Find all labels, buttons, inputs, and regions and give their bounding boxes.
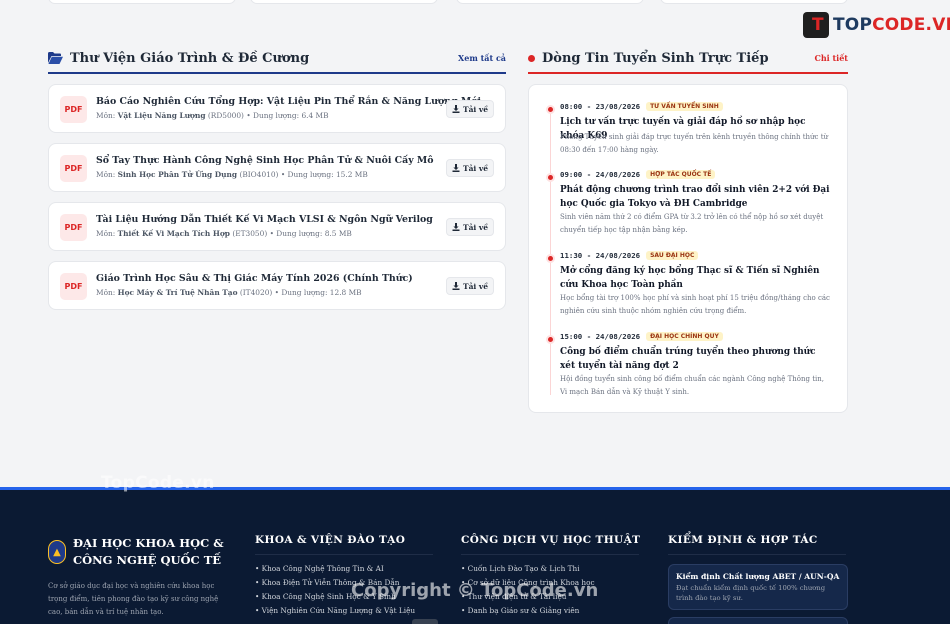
stat-card — [456, 0, 644, 4]
document-card[interactable]: PDF Sổ Tay Thực Hành Công Nghệ Sinh Học … — [48, 143, 506, 192]
download-icon — [452, 282, 460, 290]
news-tag: SAU ĐẠI HỌC — [646, 251, 699, 260]
footer-link[interactable]: • Cuốn Lịch Đào Tạo & Lịch Thi — [461, 562, 639, 576]
news-tag: HỢP TÁC QUỐC TẾ — [646, 170, 716, 179]
download-button[interactable]: Tải về — [446, 100, 494, 118]
news-description: Hội đồng tuyển sinh công bố điểm chuẩn c… — [560, 375, 825, 396]
site-footer: ▲ ĐẠI HỌC KHOA HỌC & CÔNG NGHỆ QUỐC TẾ C… — [0, 487, 950, 624]
timeline-dot-icon — [546, 173, 555, 182]
news-tag: TƯ VẤN TUYỂN SINH — [646, 102, 723, 111]
news-description: Học bổng tài trợ 100% học phí và sinh ho… — [560, 294, 830, 315]
pdf-file-icon: PDF — [60, 96, 87, 123]
document-title[interactable]: Giáo Trình Học Sâu & Thị Giác Máy Tính 2… — [96, 273, 413, 284]
document-meta: Môn: Thiết Kế Vi Mạch Tích Hợp (ET3050) … — [96, 229, 352, 238]
news-headline[interactable]: Mở cổng đăng ký học bổng Thạc sĩ & Tiến … — [560, 264, 832, 292]
footer-brand-name: ĐẠI HỌC KHOA HỌC & CÔNG NGHỆ QUỐC TẾ — [73, 536, 224, 567]
library-view-all-link[interactable]: Xem tất cả — [458, 53, 506, 63]
page: T TOPCODE.VN Thư Viện Giáo Trình & Đề Cư… — [0, 0, 950, 624]
footer-col-faculties: KHOA & VIỆN ĐÀO TẠO • Khoa Công Nghệ Thô… — [255, 534, 433, 618]
download-icon — [452, 223, 460, 231]
document-card[interactable]: PDF Tài Liệu Hướng Dẫn Thiết Kế Vi Mạch … — [48, 202, 506, 251]
news-description: Phòng Tuyển sinh giải đáp trực tuyến trê… — [560, 133, 829, 154]
timeline-dot-icon — [546, 335, 555, 344]
news-timeline: 08:00 - 23/08/2026 TƯ VẤN TUYỂN SINH Lịch… — [528, 84, 848, 413]
document-title[interactable]: Sổ Tay Thực Hành Công Nghệ Sinh Học Phân… — [96, 155, 434, 166]
scroll-to-top-handle[interactable] — [412, 619, 438, 624]
pdf-file-icon: PDF — [60, 155, 87, 182]
accreditation-card[interactable] — [668, 617, 848, 624]
pdf-file-icon: PDF — [60, 214, 87, 241]
footer-link[interactable]: • Viện Nghiên Cứu Năng Lượng & Vật Liệu — [255, 604, 433, 618]
download-button[interactable]: Tải về — [446, 277, 494, 295]
university-crest-icon: ▲ — [48, 540, 66, 564]
footer-col-services: CÔNG DỊCH VỤ HỌC THUẬT • Cuốn Lịch Đào T… — [461, 534, 640, 618]
news-time: 15:00 - 24/08/2026 — [560, 332, 641, 341]
download-button[interactable]: Tải về — [446, 218, 494, 236]
stat-card — [660, 0, 848, 4]
watermark-top: TopCode.vn — [101, 473, 215, 493]
accreditation-title: Kiểm định Chất lượng ABET / AUN-QA — [676, 572, 840, 581]
pdf-file-icon: PDF — [60, 273, 87, 300]
timeline-dot-icon — [546, 254, 555, 263]
accreditation-description: Đạt chuẩn kiểm định quốc tế 100% chương … — [676, 584, 826, 602]
footer-col-title: KHOA & VIỆN ĐÀO TẠO — [255, 534, 433, 555]
news-headline[interactable]: Công bố điểm chuẩn trúng tuyển theo phươ… — [560, 345, 832, 373]
stat-card — [250, 0, 438, 4]
library-header: Thư Viện Giáo Trình & Đề Cương Xem tất c… — [48, 44, 506, 74]
news-headline[interactable]: Phát động chương trình trao đổi sinh viê… — [560, 183, 832, 211]
news-header: Dòng Tin Tuyển Sinh Trực Tiếp Chi tiết — [528, 44, 848, 74]
document-meta: Môn: Học Máy & Trí Tuệ Nhân Tạo (IT4020)… — [96, 288, 362, 297]
logo-mark-icon: T — [803, 12, 829, 38]
document-card[interactable]: PDF Giáo Trình Học Sâu & Thị Giác Máy Tí… — [48, 261, 506, 310]
news-description: Sinh viên năm thứ 2 có điểm GPA từ 3.2 t… — [560, 213, 824, 234]
news-time: 11:30 - 24/08/2026 — [560, 251, 641, 260]
top-stats-cards — [48, 0, 848, 4]
footer-link[interactable]: • Danh bạ Giáo sư & Giảng viên — [461, 604, 639, 618]
news-time: 08:00 - 23/08/2026 — [560, 102, 641, 111]
live-dot-icon — [528, 54, 535, 62]
footer-col-title: CÔNG DỊCH VỤ HỌC THUẬT — [461, 534, 640, 555]
footer-col-title: KIỂM ĐỊNH & HỢP TÁC — [668, 534, 846, 555]
stat-card — [48, 0, 236, 4]
news-tag: ĐẠI HỌC CHÍNH QUY — [646, 332, 723, 341]
document-card[interactable]: PDF Báo Cáo Nghiên Cứu Tổng Hợp: Vật Liệ… — [48, 84, 506, 133]
document-meta: Môn: Sinh Học Phân Tử Ứng Dụng (BIO4010)… — [96, 170, 368, 179]
folder-open-icon — [48, 52, 63, 64]
document-meta: Môn: Vật Liệu Năng Lượng (RD5000) • Dung… — [96, 111, 329, 120]
footer-brand-description: Cơ sở giáo dục đại học và nghiên cứu kho… — [48, 582, 219, 616]
download-icon — [452, 105, 460, 113]
news-time: 09:00 - 24/08/2026 — [560, 170, 641, 179]
timeline-line — [550, 105, 551, 395]
watermark-copyright: Copyright © TopCode.vn — [351, 580, 599, 601]
download-icon — [452, 164, 460, 172]
logo-text: TOPCODE.VN — [833, 15, 950, 35]
timeline-dot-icon — [546, 105, 555, 114]
download-button[interactable]: Tải về — [446, 159, 494, 177]
document-title[interactable]: Tài Liệu Hướng Dẫn Thiết Kế Vi Mạch VLSI… — [96, 214, 433, 225]
news-title: Dòng Tin Tuyển Sinh Trực Tiếp — [542, 50, 769, 66]
news-detail-link[interactable]: Chi tiết — [814, 53, 848, 63]
document-title[interactable]: Báo Cáo Nghiên Cứu Tổng Hợp: Vật Liệu Pi… — [96, 96, 481, 107]
library-title: Thư Viện Giáo Trình & Đề Cương — [70, 50, 310, 66]
topcode-logo[interactable]: T TOPCODE.VN — [803, 12, 950, 38]
footer-col-accreditation: KIỂM ĐỊNH & HỢP TÁC — [668, 534, 846, 555]
accreditation-card[interactable]: Kiểm định Chất lượng ABET / AUN-QA Đạt c… — [668, 564, 848, 610]
footer-link[interactable]: • Khoa Công Nghệ Thông Tin & AI — [255, 562, 433, 576]
